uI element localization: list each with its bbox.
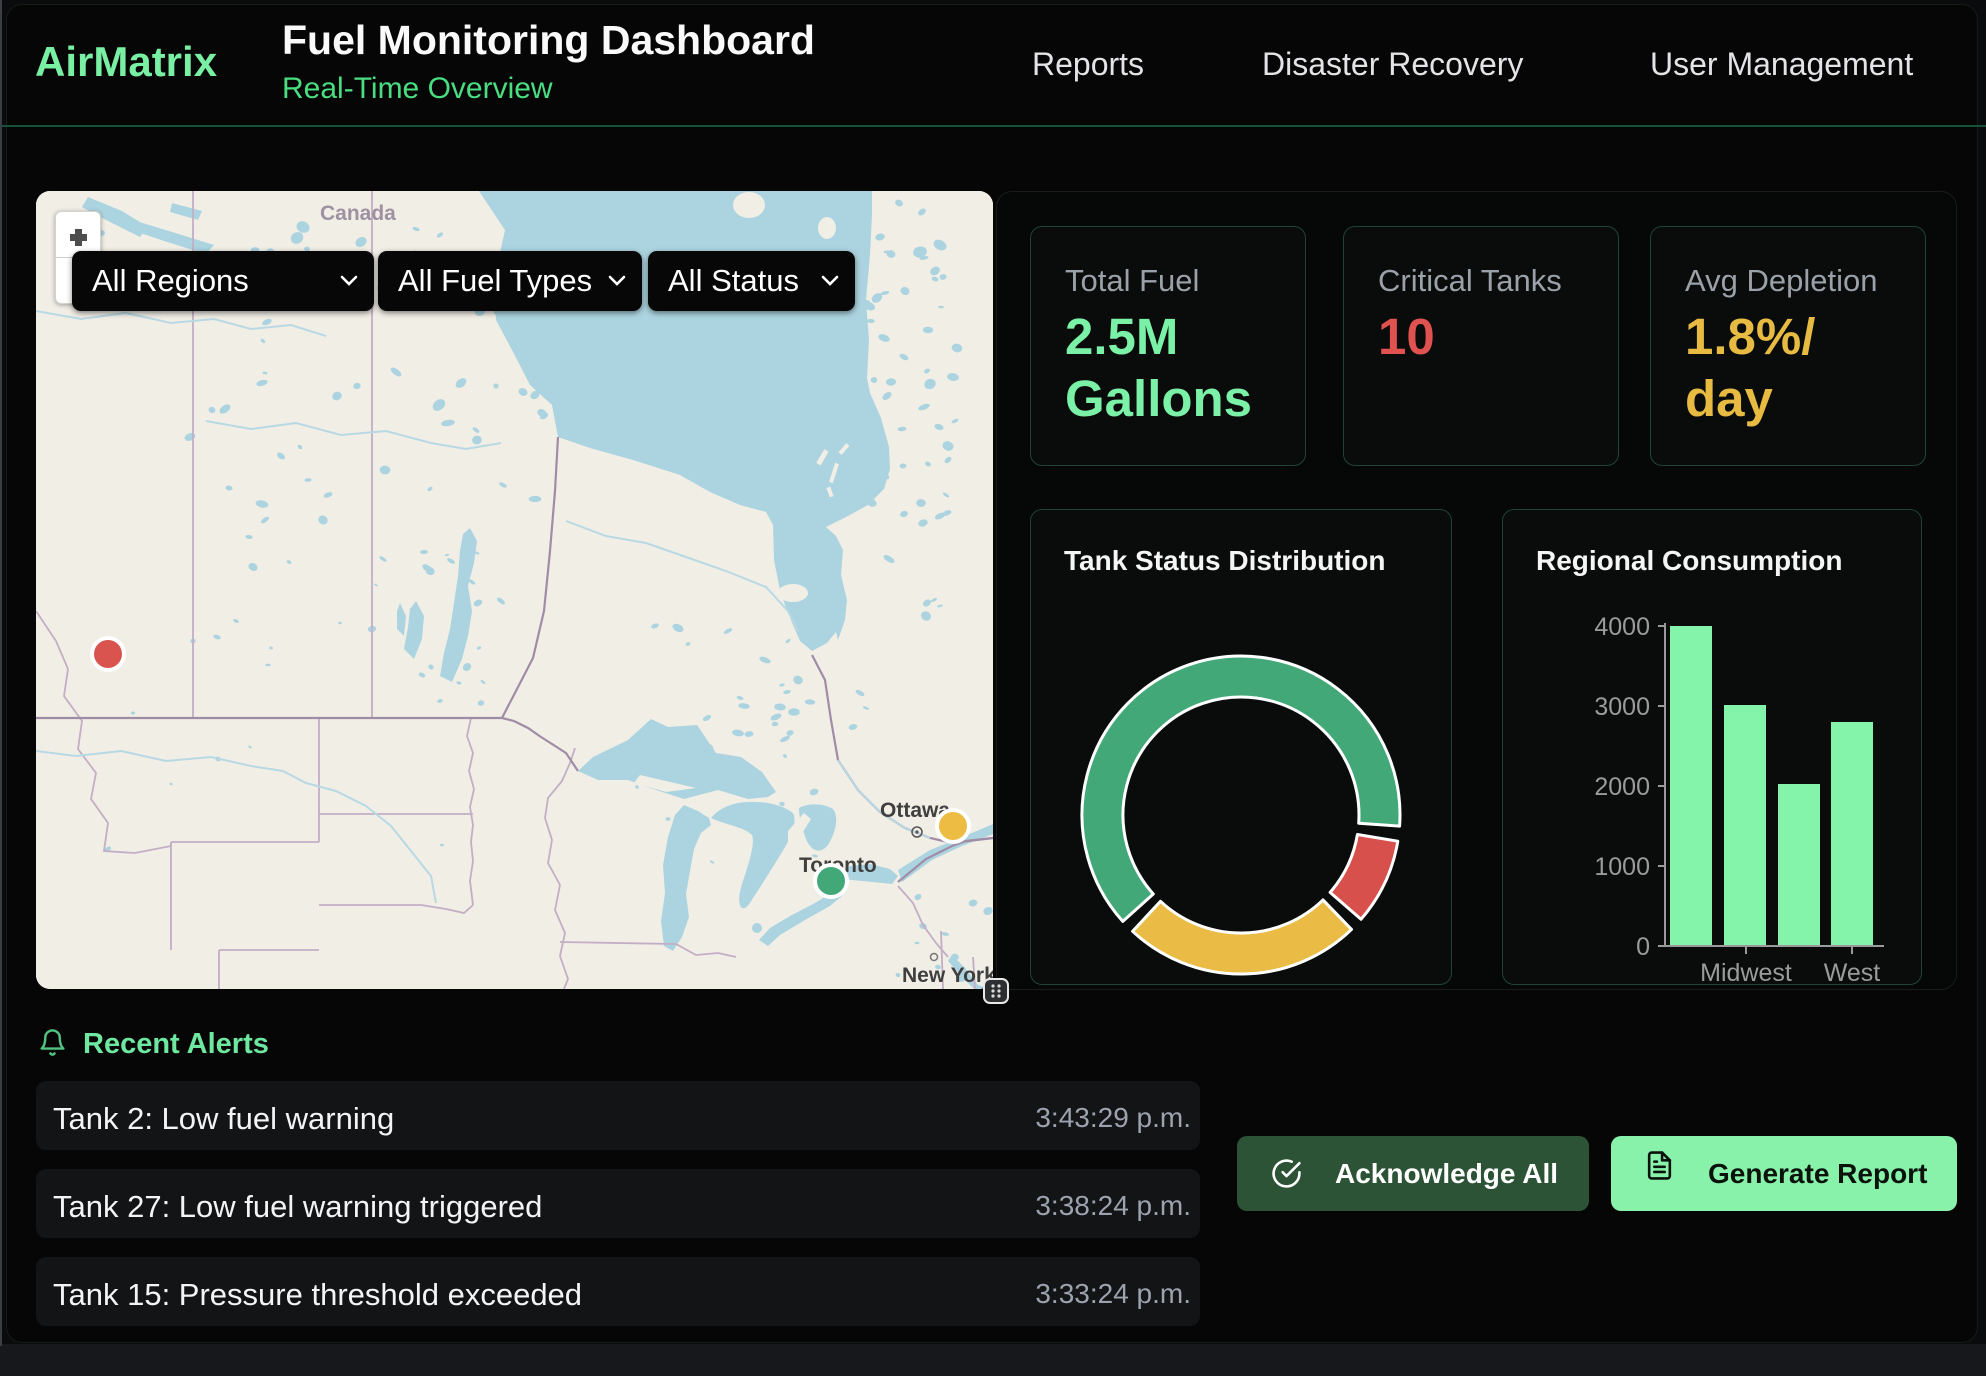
svg-text:New York: New York [902, 964, 993, 987]
svg-text:Midwest: Midwest [1700, 959, 1792, 985]
svg-text:3000: 3000 [1594, 693, 1650, 721]
svg-text:2000: 2000 [1594, 773, 1650, 801]
svg-text:0: 0 [1636, 933, 1650, 961]
svg-text:West: West [1824, 959, 1881, 985]
svg-text:Canada: Canada [320, 202, 396, 225]
svg-text:4000: 4000 [1594, 613, 1650, 641]
svg-text:1000: 1000 [1594, 853, 1650, 881]
